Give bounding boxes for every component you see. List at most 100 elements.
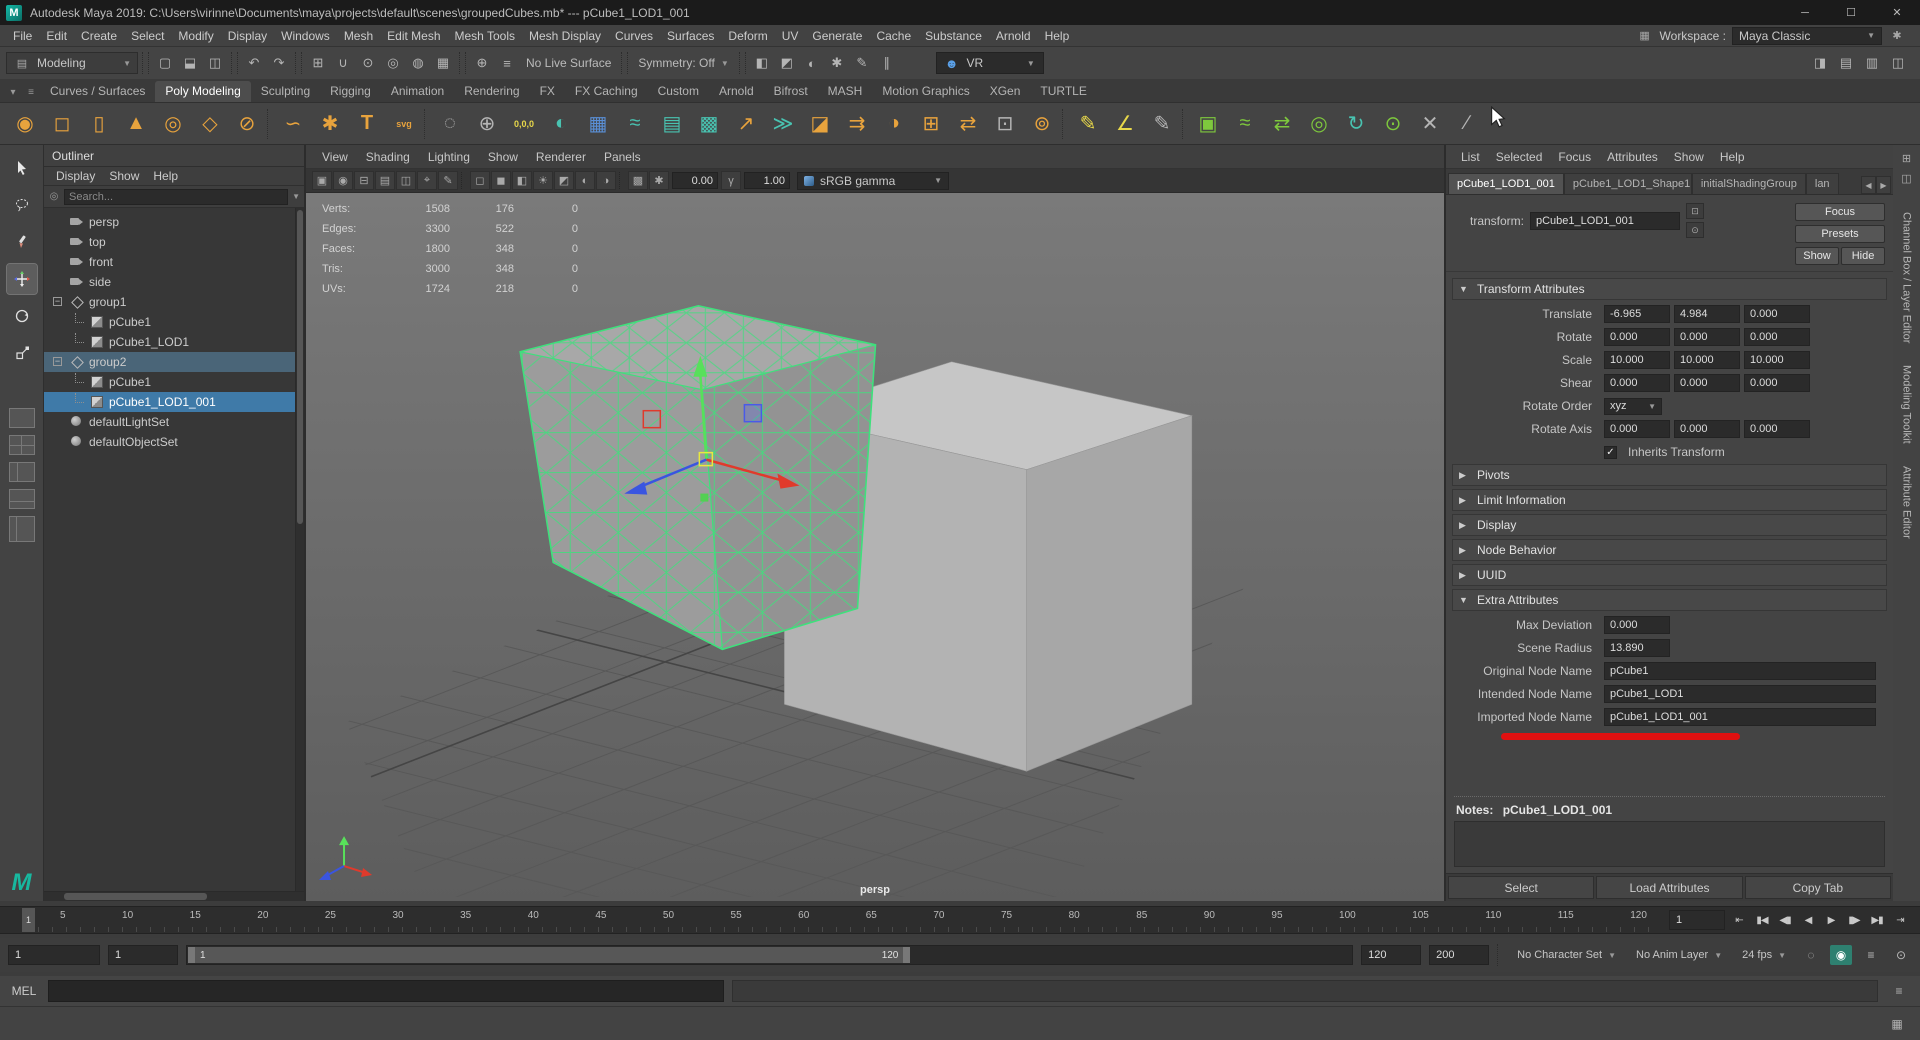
max-deviation-field[interactable]: 0.000 [1604,616,1670,634]
inherits-transform-checkbox[interactable]: ✓ [1604,446,1617,459]
toolbar-separator[interactable] [739,52,746,74]
expand-toggle-icon[interactable] [53,297,62,306]
two-d-pan-zoom-icon[interactable]: ⌖ [417,171,437,190]
save-scene-icon[interactable]: ◫ [203,51,227,75]
current-frame-field[interactable]: 1 [1669,910,1725,930]
timeline-tick[interactable]: 60 [798,910,809,933]
close-button[interactable]: ✕ [1874,0,1920,25]
anim-layer-dropdown[interactable]: No Anim Layer ▼ [1630,945,1728,965]
ipr-render-icon[interactable]: ◐ [800,51,824,75]
shelf-tab[interactable]: Bifrost [764,81,818,102]
timeline-tick[interactable]: 80 [1069,910,1080,933]
viewport-menu-item[interactable]: Renderer [528,150,594,164]
node-tab[interactable]: initialShadingGroup [1692,173,1806,194]
lattice-icon[interactable]: ⊡ [988,107,1022,141]
rotate-tool-button[interactable] [7,301,37,331]
poly-disc-icon[interactable]: ⊘ [230,107,264,141]
rotate-axis-field[interactable]: 0.000 [1744,420,1810,438]
new-scene-icon[interactable]: ▢ [153,51,177,75]
shelf-separator[interactable] [424,109,430,139]
shelf-tab[interactable]: FX Caching [565,81,648,102]
chevron-down-icon[interactable]: ▼ [292,192,300,201]
play-backwards-button[interactable]: ◀ [1798,910,1818,930]
outliner-item[interactable]: pCube1_LOD1_001 [44,392,304,412]
outliner-item[interactable]: pCube1_LOD1 [44,332,304,352]
shelf-tab[interactable]: XGen [980,81,1031,102]
hide-button[interactable]: Hide [1841,247,1885,265]
shelf-menu-icon[interactable]: ▾ [4,82,22,102]
outliner-item[interactable]: group1 [44,292,304,312]
notes-field[interactable] [1454,821,1885,867]
current-frame-marker[interactable]: 1 [22,908,35,932]
live-surface-indicator[interactable]: No Live Surface [520,56,617,70]
timeline-tick[interactable]: 15 [190,910,201,933]
poly-sphere-icon[interactable]: ◉ [8,107,42,141]
menubar-item[interactable]: Curves [608,29,660,43]
menubar-item[interactable]: Help [1038,29,1077,43]
scale-field[interactable]: 10.000 [1674,351,1740,369]
transform-name-field[interactable]: pCube1_LOD1_001 [1530,212,1680,230]
measure-tool-icon[interactable]: ∠ [1108,107,1142,141]
pin-node-icon[interactable]: ⊡ [1686,203,1704,219]
select-button[interactable]: Select [1448,876,1594,899]
fill-hole-icon[interactable]: ▤ [655,107,689,141]
knife-icon[interactable]: ∕ [1450,107,1484,141]
timeline-tick[interactable]: 10 [122,910,133,933]
vr-dropdown[interactable]: ☻ VR ▼ [936,52,1044,74]
shelf-separator[interactable] [1062,109,1068,139]
menubar-item[interactable]: Mesh Tools [448,29,522,43]
load-attributes-button[interactable]: Load Attributes [1596,876,1742,899]
menubar-item[interactable]: Windows [274,29,337,43]
outliner-menu-item[interactable]: Display [50,169,101,183]
viewport-canvas[interactable]: Verts: 1508 176 0 Edges: 3300 522 0 Face… [306,193,1444,901]
snap-to-curve-icon[interactable]: ∪ [331,51,355,75]
toolbar-separator[interactable] [295,52,302,74]
outliner-title[interactable]: Outliner [44,145,304,167]
attribute-editor-toggle-icon[interactable]: ▥ [1860,51,1884,75]
shelf-tab[interactable]: Motion Graphics [872,81,979,102]
outliner-item[interactable]: defaultObjectSet [44,432,304,452]
combine-icon[interactable]: ◐ [544,107,578,141]
pin-panel-icon[interactable]: ◫ [1898,170,1916,186]
outliner-item[interactable]: group2 [44,352,304,372]
move-tool-button[interactable] [7,264,37,294]
snap-to-projected-center-icon[interactable]: ◎ [381,51,405,75]
go-to-end-button[interactable]: ⇥ [1890,910,1910,930]
workspace-options-icon[interactable]: ✱ [1888,28,1906,44]
outliner-menu-item[interactable]: Help [147,169,184,183]
sync-node-icon[interactable]: ⊙ [1686,222,1704,238]
two-pane-side-layout-button[interactable] [9,462,35,482]
poly-cylinder-icon[interactable]: ▯ [82,107,116,141]
expand-toggle-icon[interactable] [53,357,62,366]
exposure-icon[interactable]: ✱ [649,171,669,190]
timeline-tick[interactable]: 85 [1136,910,1147,933]
timeline-tick[interactable]: 100 [1339,910,1356,933]
scale-field[interactable]: 10.000 [1604,351,1670,369]
character-set-dropdown[interactable]: No Character Set ▼ [1511,945,1622,965]
timeline-tick[interactable]: 20 [257,910,268,933]
copy-tab-button[interactable]: Copy Tab [1745,876,1891,899]
node-tab[interactable]: pCube1_LOD1_001 [1448,173,1564,194]
gamma-icon[interactable]: γ [721,171,741,190]
menubar-item[interactable]: Surfaces [660,29,721,43]
range-slider-bar[interactable]: 1 120 [188,947,910,963]
step-back-key-button[interactable]: ◀▮ [1775,910,1795,930]
bookmark-icon[interactable]: ▤ [375,171,395,190]
outliner-item[interactable]: persp [44,212,304,232]
scale-field[interactable]: 10.000 [1744,351,1810,369]
shear-field[interactable]: 0.000 [1604,374,1670,392]
animation-end-field[interactable]: 200 [1429,945,1489,965]
shelf-list-icon[interactable]: ≡ [22,82,40,102]
mirror-icon[interactable]: ◑ [877,107,911,141]
scale-tool-button[interactable] [7,338,37,368]
outliner-horizontal-scrollbar[interactable] [44,891,304,901]
range-slider-track[interactable]: 1 120 [186,945,1353,965]
viewport-menu-item[interactable]: Lighting [420,150,478,164]
toolbar-separator[interactable] [459,52,466,74]
menubar-item[interactable]: Edit [39,29,74,43]
timeline-tick[interactable]: 90 [1204,910,1215,933]
viewport-menu-item[interactable]: View [314,150,356,164]
help-line-icon[interactable]: ▦ [1886,1014,1908,1034]
mel-command-input[interactable] [48,980,724,1002]
menubar-item[interactable]: Select [124,29,171,43]
